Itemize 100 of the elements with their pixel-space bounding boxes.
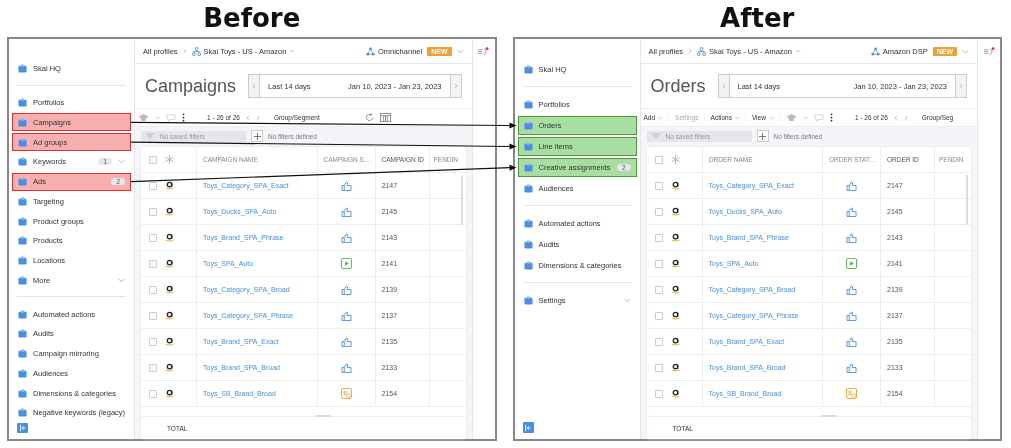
vertical-scrollbar[interactable] xyxy=(966,175,968,225)
row-checkbox[interactable] xyxy=(149,389,157,398)
add-filter-button[interactable] xyxy=(756,130,769,142)
row-checkbox[interactable] xyxy=(654,337,663,346)
chevron-down-icon xyxy=(794,49,801,53)
row-checkbox[interactable] xyxy=(654,311,663,320)
row-checkbox[interactable] xyxy=(654,285,663,294)
nav-icon xyxy=(523,261,533,270)
chevron-left-icon[interactable] xyxy=(245,114,250,121)
chevron-right-icon xyxy=(959,83,963,89)
add-filter-button[interactable] xyxy=(251,130,263,142)
row-checkbox[interactable] xyxy=(149,207,157,216)
nav-icon xyxy=(18,256,27,266)
chevron-right-icon xyxy=(453,83,458,89)
comment-icon[interactable] xyxy=(813,113,824,122)
marketplace-logo-icon xyxy=(165,181,174,190)
marketplace-logo-icon xyxy=(165,337,174,346)
network-icon xyxy=(870,46,880,56)
hierarchy-icon xyxy=(191,46,201,56)
nav-icon xyxy=(18,177,27,187)
chevron-right-icon xyxy=(182,48,187,54)
nav-icon xyxy=(523,142,533,151)
collapse-sidebar-button[interactable] xyxy=(17,422,28,434)
chevron-down-icon xyxy=(118,159,125,165)
row-checkbox[interactable] xyxy=(149,259,157,268)
marketplace-logo-icon xyxy=(670,337,680,346)
nav-icon xyxy=(18,64,27,74)
comment-icon[interactable] xyxy=(166,113,176,122)
page-title: Campaigns xyxy=(145,75,237,97)
chevron-left-icon[interactable] xyxy=(893,114,898,121)
more-options-icon[interactable] xyxy=(182,113,185,122)
nav-icon xyxy=(523,100,533,109)
row-checkbox[interactable] xyxy=(654,389,663,398)
row-checkbox[interactable] xyxy=(654,207,663,216)
vertical-scrollbar[interactable] xyxy=(460,175,463,225)
select-all-checkbox[interactable] xyxy=(149,155,157,164)
row-checkbox[interactable] xyxy=(654,233,663,242)
row-checkbox[interactable] xyxy=(149,285,157,294)
row-checkbox[interactable] xyxy=(149,181,157,190)
previous-button[interactable] xyxy=(718,75,730,97)
caret-icon xyxy=(768,115,774,120)
chevron-down-icon xyxy=(289,49,296,53)
row-checkbox[interactable] xyxy=(654,259,663,268)
next-button[interactable] xyxy=(449,75,461,97)
chevron-down-icon[interactable] xyxy=(456,48,464,54)
graduation-cap-icon[interactable] xyxy=(138,113,149,122)
hierarchy-icon xyxy=(697,46,707,56)
graduation-cap-icon[interactable] xyxy=(785,113,797,122)
marketplace-logo-icon xyxy=(165,285,174,294)
nav-icon xyxy=(18,309,27,319)
horizontal-scrollbar[interactable] xyxy=(315,415,331,417)
chevron-right-icon[interactable] xyxy=(903,114,908,121)
previous-button[interactable] xyxy=(249,75,261,97)
more-options-icon[interactable] xyxy=(829,113,833,122)
row-checkbox[interactable] xyxy=(149,337,157,346)
chevron-right-icon xyxy=(688,48,693,54)
nav-icon xyxy=(18,236,27,246)
row-checkbox[interactable] xyxy=(149,233,157,242)
chevron-right-icon[interactable] xyxy=(255,114,260,121)
columns-icon[interactable] xyxy=(379,113,391,122)
row-checkbox[interactable] xyxy=(654,181,663,190)
chevron-down-icon[interactable] xyxy=(962,48,969,54)
star-icon[interactable] xyxy=(165,155,174,164)
nav-icon xyxy=(523,240,533,249)
marketplace-logo-icon xyxy=(670,363,680,372)
marketplace-logo-icon xyxy=(165,363,174,372)
nav-icon xyxy=(18,388,27,398)
star-icon[interactable] xyxy=(670,155,680,164)
notification-icon[interactable] xyxy=(983,47,995,56)
collapse-icon xyxy=(18,423,27,432)
row-checkbox[interactable] xyxy=(149,363,157,372)
marketplace-logo-icon xyxy=(165,259,174,268)
chevron-down-icon[interactable] xyxy=(802,115,808,120)
nav-icon xyxy=(18,117,27,127)
next-button[interactable] xyxy=(955,75,966,97)
nav-icon xyxy=(523,219,533,228)
marketplace-logo-icon xyxy=(670,285,680,294)
notification-icon[interactable] xyxy=(478,47,489,56)
horizontal-scrollbar[interactable] xyxy=(820,415,837,417)
row-checkbox[interactable] xyxy=(149,311,157,320)
select-all-checkbox[interactable] xyxy=(654,155,663,164)
nav-icon xyxy=(523,121,533,130)
nav-icon xyxy=(523,184,533,193)
network-icon xyxy=(365,46,375,56)
marketplace-logo-icon xyxy=(165,389,174,398)
nav-icon xyxy=(18,349,27,359)
chevron-down-icon[interactable] xyxy=(155,115,160,120)
marketplace-logo-icon xyxy=(165,311,174,320)
nav-icon xyxy=(18,329,27,339)
collapse-sidebar-button[interactable] xyxy=(522,422,534,433)
panel-heading: Before xyxy=(202,2,302,35)
marketplace-logo-icon xyxy=(670,389,680,398)
marketplace-logo-icon xyxy=(670,233,680,242)
refresh-icon[interactable] xyxy=(364,113,374,122)
marketplace-logo-icon xyxy=(670,181,680,190)
row-checkbox[interactable] xyxy=(654,363,663,372)
nav-icon xyxy=(18,196,27,206)
nav-icon xyxy=(18,368,27,378)
collapse-icon xyxy=(524,423,532,432)
nav-icon xyxy=(523,65,533,74)
